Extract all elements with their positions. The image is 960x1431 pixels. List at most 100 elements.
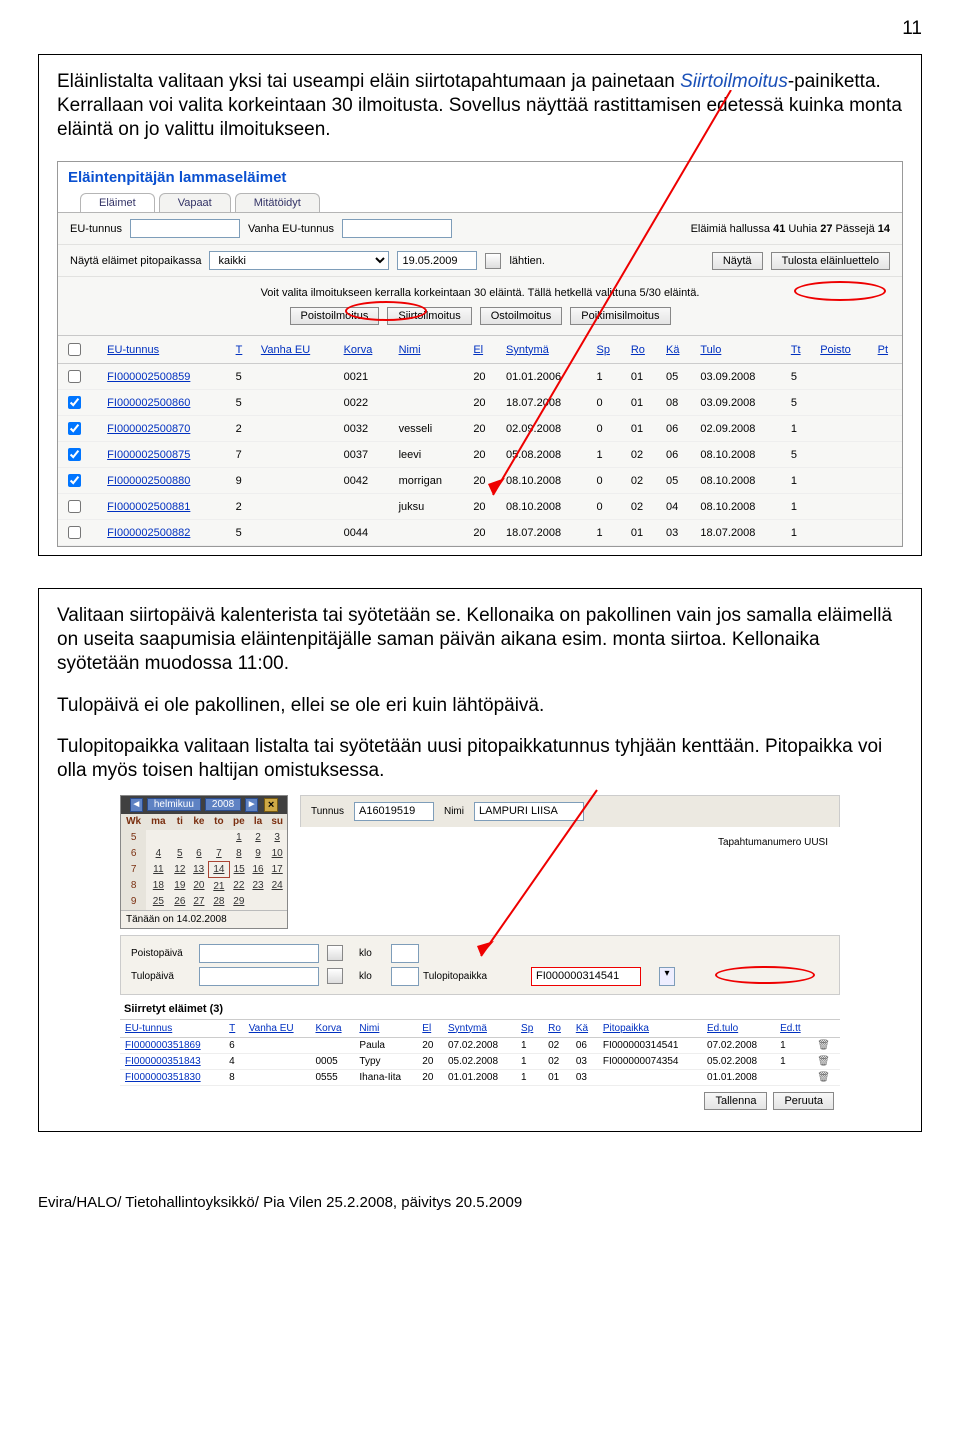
tunnus-input[interactable]	[354, 802, 434, 821]
col-header[interactable]: EU-tunnus	[101, 336, 229, 364]
col-header[interactable]: Syntymä	[443, 1019, 516, 1037]
col-header[interactable]: El	[417, 1019, 443, 1037]
eu-link[interactable]: FI000002500881	[107, 501, 190, 513]
klo-input-1[interactable]	[391, 944, 419, 963]
col-header[interactable]: Korva	[310, 1019, 354, 1037]
klo-input-2[interactable]	[391, 967, 419, 986]
col-header[interactable]: Sp	[516, 1019, 543, 1037]
dropdown-icon[interactable]: ▾	[659, 967, 675, 986]
select-all-checkbox[interactable]	[68, 343, 81, 356]
col-header[interactable]: EU-tunnus	[120, 1019, 224, 1037]
cal-day[interactable]: 4	[146, 846, 170, 862]
col-header[interactable]: Vanha EU	[244, 1019, 311, 1037]
cal-day[interactable]	[146, 830, 170, 846]
trash-icon[interactable]: 🗑	[817, 1040, 830, 1051]
col-header[interactable]: El	[467, 336, 500, 364]
col-header[interactable]: Tt	[785, 336, 814, 364]
peruuta-button[interactable]: Peruuta	[773, 1092, 834, 1110]
col-header[interactable]: Syntymä	[500, 336, 590, 364]
cal-day[interactable]: 10	[267, 846, 287, 862]
cal-day[interactable]	[249, 894, 268, 910]
cal-day[interactable]: 2	[249, 830, 268, 846]
calendar-icon[interactable]	[485, 253, 501, 269]
col-header[interactable]: Korva	[338, 336, 393, 364]
cal-day[interactable]: 15	[229, 862, 249, 878]
cal-day[interactable]: 11	[146, 862, 170, 878]
eu-input[interactable]	[130, 219, 240, 238]
tab-eläimet[interactable]: Eläimet	[80, 193, 155, 212]
eu-link[interactable]: FI000000351830	[125, 1072, 201, 1083]
calendar-grid[interactable]: Wkmatiketopelasu 51236456789107111213141…	[121, 814, 287, 910]
cal-day[interactable]: 3	[267, 830, 287, 846]
print-button[interactable]: Tulosta eläinluettelo	[771, 252, 890, 270]
calendar-icon[interactable]	[327, 945, 343, 961]
row-checkbox[interactable]	[68, 370, 81, 383]
tulo-input[interactable]	[199, 967, 319, 986]
eu-link[interactable]: FI000002500870	[107, 423, 190, 435]
cal-day[interactable]	[267, 894, 287, 910]
cal-day[interactable]: 27	[189, 894, 209, 910]
cal-day[interactable]: 25	[146, 894, 170, 910]
cal-day[interactable]: 5	[170, 846, 189, 862]
row-checkbox[interactable]	[68, 474, 81, 487]
cal-year[interactable]: 2008	[205, 798, 241, 811]
col-header[interactable]: Pt	[872, 336, 902, 364]
eu-link[interactable]: FI000002500860	[107, 397, 190, 409]
eu-link[interactable]: FI000000351869	[125, 1040, 201, 1051]
cal-month[interactable]: helmikuu	[147, 798, 201, 811]
cal-day[interactable]: 12	[170, 862, 189, 878]
eu-link[interactable]: FI000000351843	[125, 1056, 201, 1067]
col-header[interactable]: Kä	[660, 336, 694, 364]
cal-day[interactable]: 22	[229, 878, 249, 894]
col-header[interactable]: T	[230, 336, 255, 364]
col-header[interactable]: Sp	[590, 336, 624, 364]
cal-day[interactable]: 19	[170, 878, 189, 894]
cal-day[interactable]: 13	[189, 862, 209, 878]
col-header[interactable]: T	[224, 1019, 244, 1037]
cal-day[interactable]: 20	[189, 878, 209, 894]
old-eu-input[interactable]	[342, 219, 452, 238]
cal-day[interactable]: 18	[146, 878, 170, 894]
eu-link[interactable]: FI000002500875	[107, 449, 190, 461]
cal-day[interactable]: 29	[229, 894, 249, 910]
ostoilmoitus-button[interactable]: Ostoilmoitus	[480, 307, 563, 325]
row-checkbox[interactable]	[68, 396, 81, 409]
col-header[interactable]: Ed.tulo	[702, 1019, 775, 1037]
date-input[interactable]	[397, 251, 477, 270]
cal-day[interactable]: 21	[209, 878, 229, 894]
calendar-widget[interactable]: ◄ helmikuu 2008 ► × Wkmatiketopelasu 512…	[120, 795, 288, 929]
col-header[interactable]: Ed.tt	[775, 1019, 812, 1037]
eu-link[interactable]: FI000002500859	[107, 371, 190, 383]
cal-day[interactable]: 28	[209, 894, 229, 910]
cal-day[interactable]	[209, 830, 229, 846]
cal-day[interactable]: 8	[229, 846, 249, 862]
cal-next-icon[interactable]: ►	[245, 798, 258, 812]
trash-icon[interactable]: 🗑	[817, 1056, 830, 1067]
row-checkbox[interactable]	[68, 526, 81, 539]
col-header[interactable]: Poisto	[814, 336, 871, 364]
eu-link[interactable]: FI000002500882	[107, 527, 190, 539]
tallenna-button[interactable]: Tallenna	[704, 1092, 767, 1110]
poikimisilmoitus-button[interactable]: Poikimisilmoitus	[570, 307, 670, 325]
col-header[interactable]: Tulo	[694, 336, 784, 364]
cal-day[interactable]: 17	[267, 862, 287, 878]
col-header[interactable]: Ro	[625, 336, 660, 364]
col-header[interactable]	[58, 336, 101, 364]
cal-day[interactable]: 7	[209, 846, 229, 862]
nimi-input[interactable]	[474, 802, 584, 821]
col-header[interactable]: Ro	[543, 1019, 571, 1037]
cal-day[interactable]: 26	[170, 894, 189, 910]
col-header[interactable]: Kä	[571, 1019, 598, 1037]
cal-prev-icon[interactable]: ◄	[130, 798, 143, 812]
cal-day[interactable]: 16	[249, 862, 268, 878]
pitopaikka-select[interactable]: kaikki	[209, 251, 389, 270]
cal-day[interactable]: 9	[249, 846, 268, 862]
cal-day[interactable]: 6	[189, 846, 209, 862]
calendar-icon[interactable]	[327, 968, 343, 984]
eu-link[interactable]: FI000002500880	[107, 475, 190, 487]
poisto-input[interactable]	[199, 944, 319, 963]
col-header[interactable]: Pitopaikka	[598, 1019, 702, 1037]
cal-day[interactable]: 24	[267, 878, 287, 894]
cal-day[interactable]	[189, 830, 209, 846]
col-header[interactable]: Vanha EU	[255, 336, 338, 364]
